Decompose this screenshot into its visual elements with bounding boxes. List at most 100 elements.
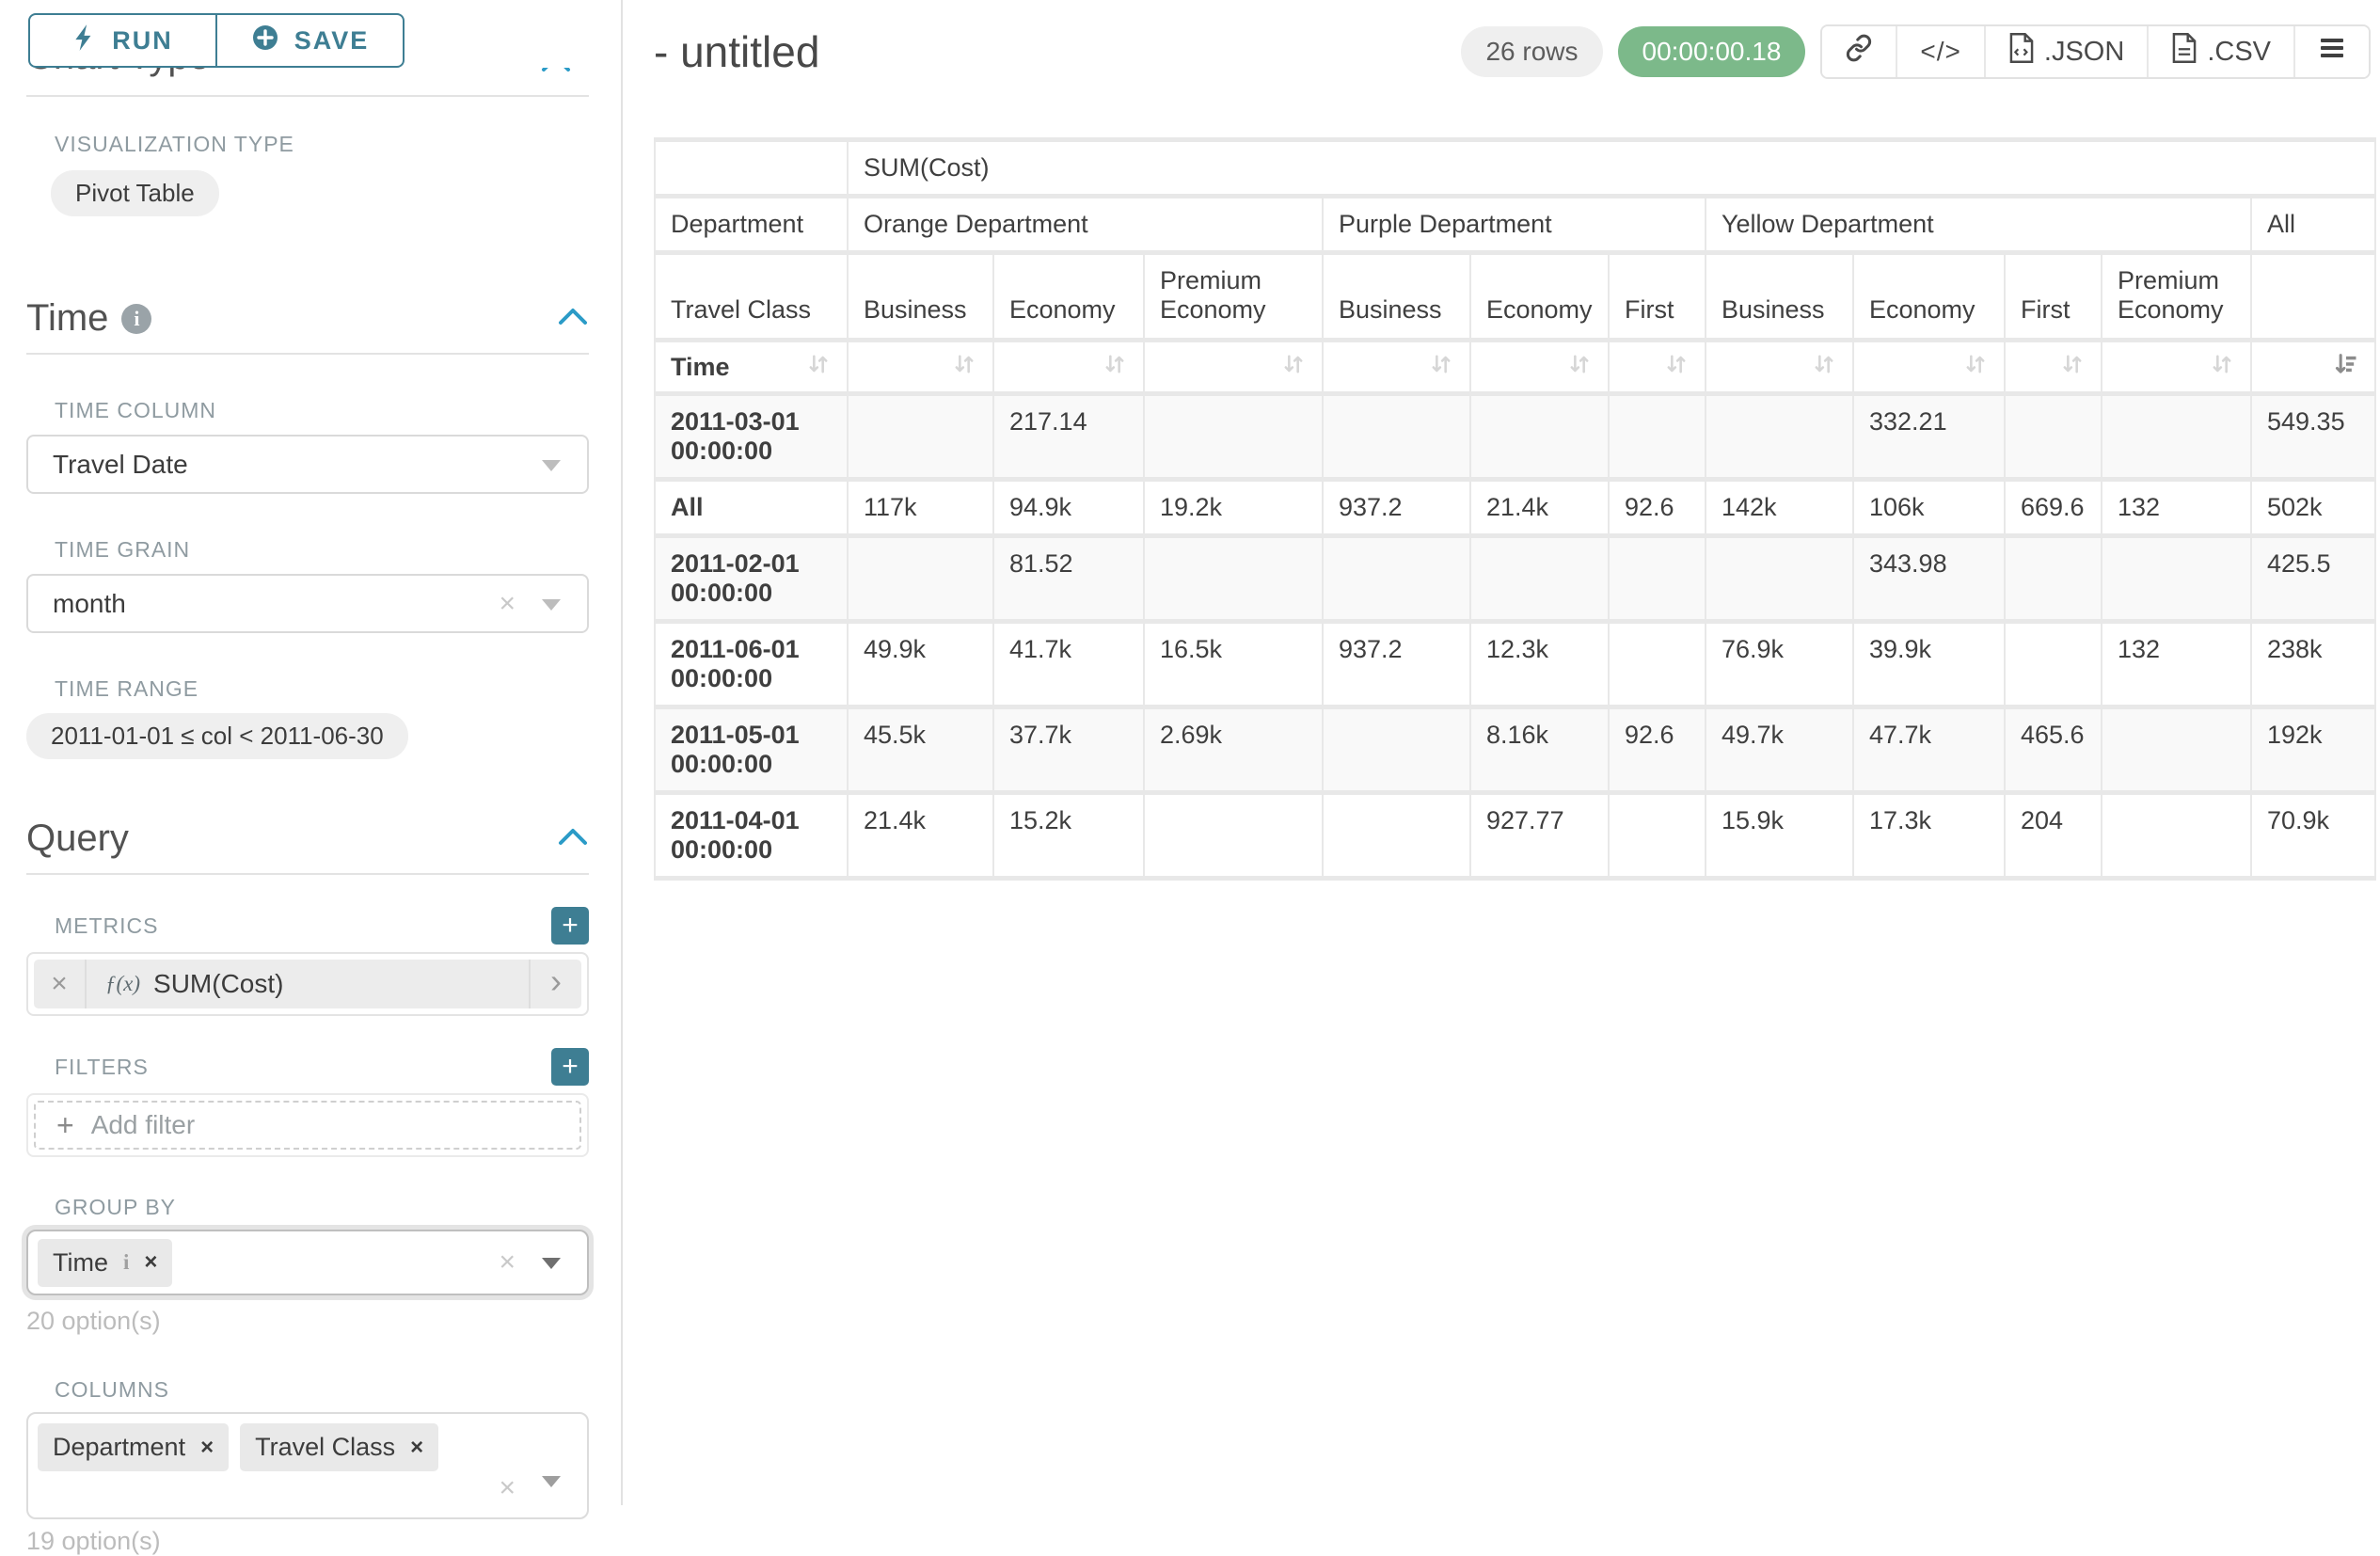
cell: 502k xyxy=(2252,482,2374,538)
class-header: Business xyxy=(849,255,994,342)
sort-both-icon[interactable] xyxy=(1280,351,1307,384)
sort-both-icon[interactable] xyxy=(1102,351,1128,384)
class-header: Business xyxy=(1706,255,1854,342)
columns-chip[interactable]: Department × xyxy=(38,1423,229,1471)
sort-both-icon[interactable] xyxy=(1428,351,1454,384)
expand-metric-icon[interactable]: › xyxy=(529,960,581,1008)
clear-icon[interactable]: × xyxy=(499,1246,516,1278)
sort-both-icon[interactable] xyxy=(951,351,977,384)
query-section-header[interactable]: Query xyxy=(26,818,589,860)
sort-desc-icon[interactable] xyxy=(2333,351,2359,384)
cell xyxy=(2102,795,2252,876)
table-row: All 117k 94.9k 19.2k 937.2 21.4k 92.6 14… xyxy=(656,482,2374,538)
remove-chip-icon[interactable]: × xyxy=(410,1435,423,1461)
cell: 132 xyxy=(2102,624,2252,709)
sort-header[interactable] xyxy=(1610,342,1706,396)
code-icon: </> xyxy=(1920,37,1960,67)
visualization-type-value[interactable]: Pivot Table xyxy=(51,170,219,216)
cell xyxy=(2006,624,2102,709)
cell xyxy=(849,538,994,624)
time-section-header[interactable]: Time i xyxy=(26,297,589,340)
export-json-button[interactable]: .JSON xyxy=(1984,26,2147,77)
caret-down-icon xyxy=(542,1476,561,1487)
chart-panel: - untitled 26 rows 00:00:00.18 </> xyxy=(625,0,2380,1505)
sort-header[interactable] xyxy=(2102,342,2252,396)
collapse-chevron-icon[interactable] xyxy=(557,826,589,851)
save-button[interactable]: SAVE xyxy=(216,13,405,68)
class-header xyxy=(2252,255,2374,342)
remove-chip-icon[interactable]: × xyxy=(200,1435,214,1461)
columns-chip[interactable]: Travel Class × xyxy=(240,1423,438,1471)
clear-icon[interactable]: × xyxy=(499,1472,516,1504)
group-header: Orange Department xyxy=(849,198,1324,255)
time-range-value[interactable]: 2011-01-01 ≤ col < 2011-06-30 xyxy=(26,713,408,759)
add-filter-dropzone[interactable]: + Add filter xyxy=(34,1101,581,1150)
sort-header[interactable] xyxy=(849,342,994,396)
filters-container: + Add filter xyxy=(26,1093,589,1157)
row-header: 2011-06-01 00:00:00 xyxy=(656,624,849,709)
sort-header[interactable] xyxy=(1854,342,2006,396)
sort-header[interactable] xyxy=(1706,342,1854,396)
add-metric-button[interactable]: + xyxy=(551,907,589,945)
sort-header[interactable] xyxy=(2006,342,2102,396)
metrics-label: METRICS xyxy=(55,913,159,939)
cell: 425.5 xyxy=(2252,538,2374,624)
cell: 49.9k xyxy=(849,624,994,709)
group-by-select[interactable]: Time i × × xyxy=(26,1230,589,1295)
collapse-chevron-icon[interactable] xyxy=(557,306,589,331)
remove-chip-icon[interactable]: × xyxy=(144,1249,157,1276)
cell: 92.6 xyxy=(1610,709,1706,795)
divider xyxy=(26,873,589,875)
sort-both-icon[interactable] xyxy=(1663,351,1690,384)
time-sort-header[interactable]: Time xyxy=(656,342,849,396)
sort-both-icon[interactable] xyxy=(2209,351,2235,384)
metric-item[interactable]: × ƒ(x) SUM(Cost) › xyxy=(34,960,581,1008)
row-header: 2011-05-01 00:00:00 xyxy=(656,709,849,795)
sort-both-icon[interactable] xyxy=(1811,351,1837,384)
sort-header[interactable] xyxy=(1145,342,1324,396)
col-dim-header: Travel Class xyxy=(656,255,849,342)
cell xyxy=(2102,538,2252,624)
cell: 21.4k xyxy=(1471,482,1610,538)
add-filter-button[interactable]: + xyxy=(551,1048,589,1086)
clear-icon[interactable]: × xyxy=(499,588,516,620)
cell: 81.52 xyxy=(994,538,1145,624)
cell: 94.9k xyxy=(994,482,1145,538)
cell xyxy=(1145,538,1324,624)
run-button[interactable]: RUN xyxy=(28,13,216,68)
time-section-title: Time xyxy=(26,297,108,340)
sort-header[interactable] xyxy=(994,342,1145,396)
sort-header[interactable] xyxy=(1471,342,1610,396)
more-menu-button[interactable] xyxy=(2293,26,2369,77)
time-column-select[interactable]: Travel Date xyxy=(26,435,589,494)
class-header: Premium Economy xyxy=(2102,255,2252,342)
chart-title[interactable]: - untitled xyxy=(654,26,819,77)
cell: 37.7k xyxy=(994,709,1145,795)
cell: 937.2 xyxy=(1324,482,1471,538)
row-header: 2011-03-01 00:00:00 xyxy=(656,396,849,482)
sort-both-icon[interactable] xyxy=(1566,351,1593,384)
group-by-chip[interactable]: Time i × xyxy=(38,1239,172,1287)
cell: 49.7k xyxy=(1706,709,1854,795)
chip-label: Travel Class xyxy=(255,1433,395,1462)
control-panel: Chart Type RUN SAVE VI xyxy=(0,0,623,1505)
cell: 19.2k xyxy=(1145,482,1324,538)
filters-label: FILTERS xyxy=(55,1055,149,1080)
view-query-button[interactable]: </> xyxy=(1896,26,1983,77)
save-label: SAVE xyxy=(294,26,370,56)
cell xyxy=(2102,396,2252,482)
share-link-button[interactable] xyxy=(1822,26,1896,77)
export-json-label: .JSON xyxy=(2044,37,2124,68)
sort-both-icon[interactable] xyxy=(805,351,832,384)
class-header: Economy xyxy=(1471,255,1610,342)
metric-name: SUM(Cost) xyxy=(153,969,283,999)
cell: 8.16k xyxy=(1471,709,1610,795)
sort-header-active[interactable] xyxy=(2252,342,2374,396)
sort-both-icon[interactable] xyxy=(2059,351,2086,384)
columns-select[interactable]: Department × Travel Class × × xyxy=(26,1412,589,1519)
export-csv-button[interactable]: .CSV xyxy=(2147,26,2293,77)
time-grain-select[interactable]: month × xyxy=(26,574,589,633)
sort-header[interactable] xyxy=(1324,342,1471,396)
sort-both-icon[interactable] xyxy=(1962,351,1989,384)
remove-metric-icon[interactable]: × xyxy=(34,960,87,1008)
